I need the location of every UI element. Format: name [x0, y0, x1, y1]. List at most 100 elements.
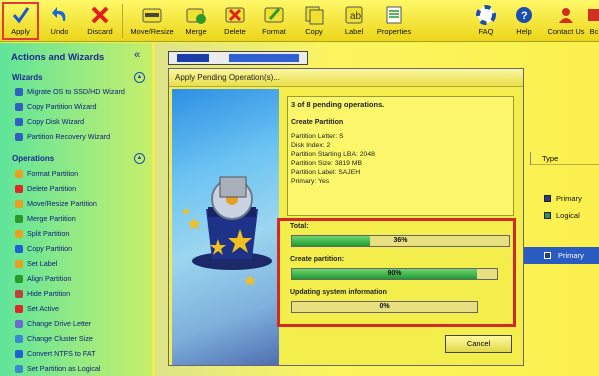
operation-item[interactable]: Copy Partition	[15, 244, 72, 253]
format-label: Format	[262, 27, 286, 36]
copy-icon	[304, 2, 324, 27]
operation-icon	[15, 334, 23, 343]
operation-property: Partition Starting LBA: 2048	[291, 151, 375, 158]
operation-item[interactable]: Align Partition	[15, 274, 71, 283]
copy-label: Copy	[305, 27, 323, 36]
selected-partition-row[interactable]: Primary	[520, 247, 599, 264]
checkmark-icon	[11, 2, 31, 27]
operation-item[interactable]: Move/Resize Partition	[15, 199, 97, 208]
faq-button[interactable]: FAQ	[471, 2, 501, 40]
operation-property: Partition Size: 3819 MB	[291, 160, 363, 167]
operation-icon	[15, 364, 23, 373]
operation-item-label: Move/Resize Partition	[27, 199, 97, 208]
move-resize-icon	[141, 2, 163, 27]
operation-item[interactable]: Change Drive Letter	[15, 319, 91, 328]
grid-header: Type	[530, 152, 599, 165]
operation-item[interactable]: Split Partition	[15, 229, 69, 238]
selected-type: Primary	[558, 251, 584, 260]
collapse-sidebar-icon[interactable]: «	[134, 49, 140, 61]
disk-map-bar[interactable]	[168, 51, 308, 65]
operation-icon	[15, 259, 23, 268]
apply-button[interactable]: Apply	[4, 2, 37, 40]
wizard-icon	[15, 102, 23, 111]
operation-item[interactable]: Convert NTFS to FAT	[15, 349, 96, 358]
operation-item[interactable]: Set Partition as Logical	[15, 364, 101, 373]
bootable-media-button[interactable]: Bc	[588, 2, 599, 40]
legend-primary-label: Primary	[556, 194, 582, 203]
contact-us-label: Contact Us	[547, 27, 585, 36]
wizard-item[interactable]: Copy Partition Wizard	[15, 102, 97, 111]
undo-button[interactable]: Undo	[43, 2, 76, 40]
operation-item[interactable]: Merge Partition	[15, 214, 76, 223]
format-button[interactable]: Format	[257, 2, 291, 40]
primary-swatch	[544, 195, 551, 202]
operation-icon	[15, 319, 23, 328]
operation-item[interactable]: Delete Partition	[15, 184, 76, 193]
operation-item[interactable]: Change Cluster Size	[15, 334, 93, 343]
discard-button[interactable]: Discard	[82, 2, 118, 40]
help-label: Help	[516, 27, 532, 36]
undo-icon	[50, 2, 70, 27]
label-button[interactable]: ab Label	[339, 2, 369, 40]
operation-item-label: Change Cluster Size	[27, 334, 93, 343]
contact-us-button[interactable]: Contact Us	[545, 2, 587, 40]
operation-item[interactable]: Hide Partition	[15, 289, 70, 298]
actions-sidebar: Actions and Wizards « Wizards ▲ Migrate …	[0, 43, 152, 376]
merge-label: Merge	[185, 27, 207, 36]
operation-icon	[15, 244, 23, 253]
operation-icon	[15, 289, 23, 298]
operation-item-label: Format Partition	[27, 169, 79, 178]
delete-button[interactable]: Delete	[219, 2, 251, 40]
operation-item-label: Copy Partition	[27, 244, 73, 253]
type-column-header: Type	[542, 154, 559, 163]
merge-button[interactable]: Merge	[180, 2, 212, 40]
operation-item[interactable]: Set Label	[15, 259, 57, 268]
undo-label: Undo	[50, 27, 69, 36]
bootable-media-icon	[588, 2, 599, 27]
properties-icon	[384, 2, 404, 27]
copy-button[interactable]: Copy	[299, 2, 329, 40]
primary-swatch	[544, 252, 551, 259]
operations-section-title: Operations	[12, 154, 55, 163]
legend-logical: Logical	[544, 211, 580, 220]
operation-item-label: Set Label	[27, 259, 58, 268]
help-button[interactable]: ? Help	[510, 2, 538, 40]
progress-highlight	[277, 218, 516, 327]
operation-item[interactable]: Set Active	[15, 304, 59, 313]
wizard-icon	[15, 87, 23, 96]
sidebar-title: Actions and Wizards	[11, 52, 105, 63]
operation-property: Partition Label: SAJEH	[291, 169, 361, 176]
properties-button[interactable]: Properties	[373, 2, 415, 40]
wizard-item[interactable]: Copy Disk Wizard	[15, 117, 84, 126]
delete-icon	[225, 2, 245, 27]
properties-label: Properties	[376, 27, 412, 36]
help-icon: ?	[514, 2, 534, 27]
operation-icon	[15, 214, 23, 223]
wizard-item-label: Copy Disk Wizard	[27, 117, 85, 126]
operation-icon	[15, 274, 23, 283]
discard-label: Discard	[87, 27, 113, 36]
legend-logical-label: Logical	[556, 211, 580, 220]
operation-item-label: Set Active	[27, 304, 59, 313]
svg-text:ab: ab	[350, 11, 362, 22]
cancel-button[interactable]: Cancel	[445, 335, 512, 353]
wizard-item[interactable]: Migrate OS to SSD/HD Wizard	[15, 87, 125, 96]
format-icon	[264, 2, 284, 27]
discard-icon	[90, 2, 110, 27]
collapse-wizards-icon[interactable]: ▲	[134, 72, 145, 83]
collapse-operations-icon[interactable]: ▲	[134, 153, 145, 164]
move-resize-label: Move/Resize	[130, 27, 174, 36]
operation-item-label: Merge Partition	[27, 214, 76, 223]
operation-item[interactable]: Format Partition	[15, 169, 78, 178]
toolbar: Apply Undo Discard Move/Resize Merge Del…	[0, 0, 599, 42]
wizard-item-label: Migrate OS to SSD/HD Wizard	[27, 87, 125, 96]
apply-label: Apply	[11, 27, 30, 36]
move-resize-button[interactable]: Move/Resize	[128, 2, 176, 40]
wizard-item[interactable]: Partition Recovery Wizard	[15, 132, 110, 141]
wizard-item-label: Partition Recovery Wizard	[27, 132, 111, 141]
operation-info-panel: 3 of 8 pending operations. Create Partit…	[287, 96, 514, 216]
operation-icon	[15, 349, 23, 358]
operation-item-label: Change Drive Letter	[27, 319, 92, 328]
wizard-icon	[15, 132, 23, 141]
operation-icon	[15, 169, 23, 178]
